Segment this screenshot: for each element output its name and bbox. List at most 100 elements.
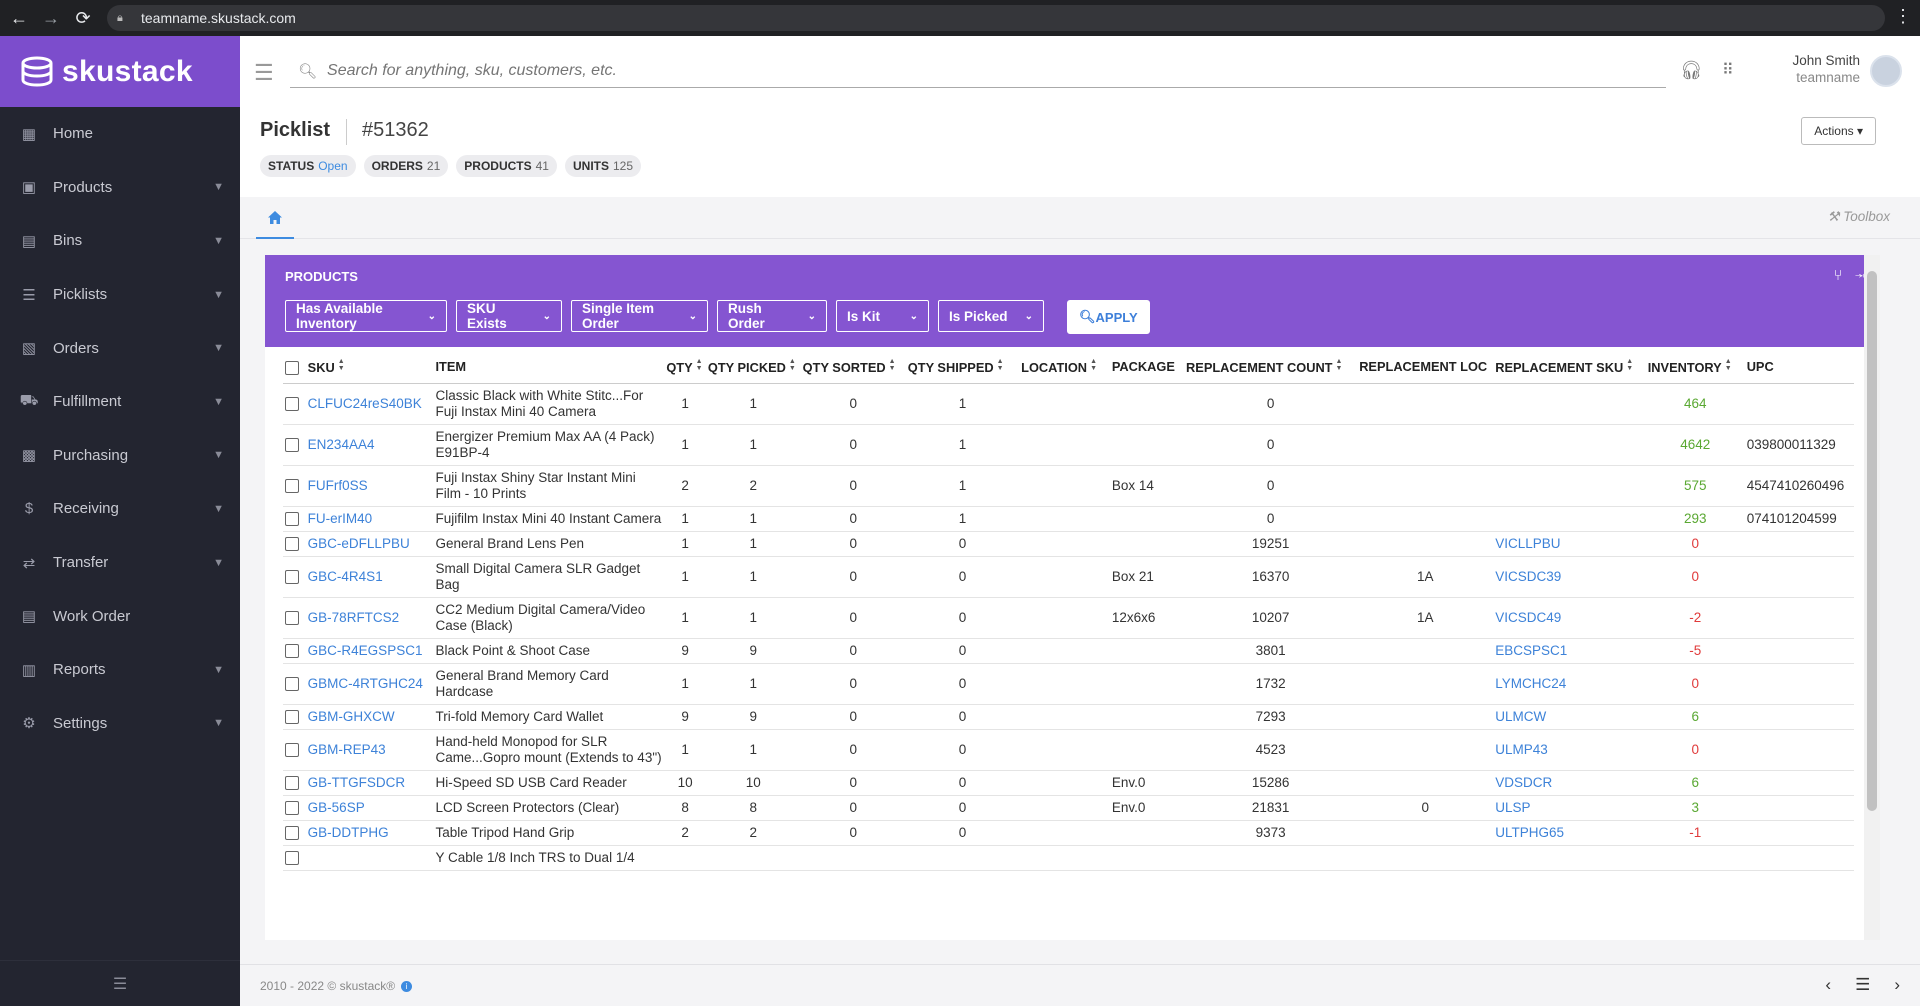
cell-rsku[interactable]: ULSP	[1493, 795, 1646, 821]
cell-rsku[interactable]	[1493, 383, 1646, 425]
row-checkbox[interactable]	[285, 511, 299, 526]
sidebar-item-picklists[interactable]: ☰ Picklists ▼	[0, 268, 240, 322]
table-row[interactable]: GB-TTGFSDCR Hi-Speed SD USB Card Reader 10…	[283, 770, 1854, 796]
cell-sku[interactable]: GB-TTGFSDCR	[305, 770, 434, 796]
cell-rsku[interactable]	[1493, 424, 1646, 466]
column-header-inventory[interactable]: INVENTORY ▲▼	[1645, 351, 1745, 384]
sidebar-item-products[interactable]: ▣ Products ▼	[0, 161, 240, 215]
sidebar-item-purchasing[interactable]: ▩ Purchasing ▼	[0, 429, 240, 483]
cell-sku[interactable]: GBC-4R4S1	[305, 556, 434, 598]
headset-icon[interactable]: 🎧︎	[1680, 60, 1703, 81]
row-checkbox[interactable]	[285, 396, 299, 411]
back-icon[interactable]: ←	[6, 8, 32, 29]
filter-sku-exists[interactable]: SKU Exists ⌄	[456, 300, 562, 332]
row-checkbox[interactable]	[285, 478, 299, 493]
column-header-sku[interactable]: SKU ▲▼	[305, 351, 434, 384]
cell-sku[interactable]: GBM-GHXCW	[305, 704, 434, 730]
table-row[interactable]: GBC-4R4S1 Small Digital Camera SLR Gadget…	[283, 556, 1854, 598]
filter-is-picked[interactable]: Is Picked ⌄	[938, 300, 1044, 332]
cell-rsku[interactable]: ULTPHG65	[1493, 820, 1646, 846]
sort-icon[interactable]: ▲▼	[1336, 358, 1343, 372]
sort-icon[interactable]: ▲▼	[696, 358, 703, 372]
cell-rsku[interactable]: VICLLPBU	[1493, 531, 1646, 557]
address-bar[interactable]: 🔒︎ teamname.skustack.com	[107, 5, 1885, 31]
table-row[interactable]: EN234AA4 Energizer Premium Max AA (4 Pack…	[283, 424, 1854, 466]
sidebar-item-bins[interactable]: ▤ Bins ▼	[0, 214, 240, 268]
table-row[interactable]: CLFUC24reS40BK Classic Black with White S…	[283, 383, 1854, 425]
cell-rsku[interactable]: VICSDC49	[1493, 597, 1646, 639]
menu-toggle-icon[interactable]: ☰	[254, 60, 274, 86]
row-checkbox[interactable]	[285, 643, 299, 658]
sidebar-item-reports[interactable]: ▥ Reports ▼	[0, 643, 240, 697]
search-input[interactable]	[327, 61, 1628, 80]
filter-is-kit[interactable]: Is Kit ⌄	[836, 300, 929, 332]
info-icon[interactable]: i	[401, 981, 413, 993]
row-checkbox[interactable]	[285, 775, 299, 790]
cell-sku[interactable]: GB-DDTPHG	[305, 820, 434, 846]
filter-rush-order[interactable]: Rush Order ⌄	[717, 300, 827, 332]
cell-rsku[interactable]	[1493, 845, 1646, 871]
cell-sku[interactable]	[305, 845, 434, 871]
table-row[interactable]: GBC-eDFLLPBU General Brand Lens Pen 1 1 0 0 19…	[283, 531, 1854, 557]
column-header-qty[interactable]: QTY ▲▼	[664, 351, 706, 384]
apps-grid-icon[interactable]: ⠿	[1722, 60, 1734, 80]
cell-sku[interactable]: GB-56SP	[305, 795, 434, 821]
sidebar-item-settings[interactable]: ⚙ Settings ▼	[0, 697, 240, 751]
prev-page-icon[interactable]: ‹	[1825, 975, 1831, 995]
export-icon[interactable]: ⇥	[1855, 267, 1864, 284]
next-page-icon[interactable]: ›	[1894, 975, 1900, 995]
sidebar-item-receiving[interactable]: $ Receiving ▼	[0, 482, 240, 536]
column-header-replacement-sku[interactable]: REPLACEMENT SKU ▲▼	[1493, 351, 1646, 384]
scrollbar-thumb[interactable]	[1867, 271, 1877, 811]
row-checkbox[interactable]	[285, 569, 299, 584]
column-header-location[interactable]: LOCATION ▲▼	[1019, 351, 1110, 384]
forward-icon[interactable]: →	[38, 8, 64, 29]
table-row[interactable]: FUFrf0SS Fuji Instax Shiny Star Instant M…	[283, 465, 1854, 507]
row-checkbox[interactable]	[285, 676, 299, 691]
user-info[interactable]: John Smith teamname	[1792, 52, 1860, 86]
table-row[interactable]: GB-DDTPHG Table Tripod Hand Grip 2 2 0 0 9373 U…	[283, 820, 1854, 846]
cell-rsku[interactable]: VDSDCR	[1493, 770, 1646, 796]
table-row[interactable]: GBMC-4RTGHC24 General Brand Memory Card H…	[283, 663, 1854, 705]
sidebar-item-home[interactable]: ▦ Home	[0, 107, 240, 161]
row-checkbox[interactable]	[285, 610, 299, 625]
list-view-icon[interactable]: ☰	[1855, 975, 1870, 995]
row-checkbox[interactable]	[285, 825, 299, 840]
cell-sku[interactable]: GBC-R4EGSPSC1	[305, 638, 434, 664]
column-header-qty-sorted[interactable]: QTY SORTED ▲▼	[800, 351, 906, 384]
sidebar-item-fulfillment[interactable]: ⛟ Fulfillment ▼	[0, 375, 240, 429]
collapse-sidebar-icon[interactable]: ☰	[0, 960, 240, 1006]
cell-sku[interactable]: GB-78RFTCS2	[305, 597, 434, 639]
app-logo[interactable]: skustack	[0, 36, 240, 107]
table-row[interactable]: GBM-REP43 Hand-held Monopod for SLR Came.…	[283, 729, 1854, 771]
table-row[interactable]: GB-78RFTCS2 CC2 Medium Digital Camera/Vid…	[283, 597, 1854, 639]
table-row[interactable]: GBC-R4EGSPSC1 Black Point & Shoot Case 9 9 0…	[283, 638, 1854, 664]
cell-rsku[interactable]	[1493, 506, 1646, 532]
cell-sku[interactable]: EN234AA4	[305, 424, 434, 466]
cell-sku[interactable]: FUFrf0SS	[305, 465, 434, 507]
avatar[interactable]	[1870, 55, 1902, 87]
table-row[interactable]: Y Cable 1/8 Inch TRS to Dual 1/4	[283, 845, 1854, 871]
cell-rsku[interactable]: EBCSPSC1	[1493, 638, 1646, 664]
cell-sku[interactable]: GBM-REP43	[305, 729, 434, 771]
column-header-qty-picked[interactable]: QTY PICKED ▲▼	[705, 351, 801, 384]
cell-sku[interactable]: FU-erIM40	[305, 506, 434, 532]
cell-rsku[interactable]	[1493, 465, 1646, 507]
cell-sku[interactable]: GBMC-4RTGHC24	[305, 663, 434, 705]
apply-button[interactable]: 🔍︎ APPLY	[1067, 300, 1150, 334]
column-header-qty-shipped[interactable]: QTY SHIPPED ▲▼	[905, 351, 1020, 384]
sort-icon[interactable]: ▲▼	[789, 358, 796, 372]
cell-rsku[interactable]: VICSDC39	[1493, 556, 1646, 598]
toolbox-button[interactable]: ⚒︎ Toolbox	[1827, 209, 1890, 225]
sidebar-item-transfer[interactable]: ⇄ Transfer ▼	[0, 536, 240, 590]
actions-button[interactable]: Actions ▾	[1801, 117, 1876, 145]
row-checkbox[interactable]	[285, 437, 299, 452]
cell-sku[interactable]: GBC-eDFLLPBU	[305, 531, 434, 557]
cell-rsku[interactable]: ULMP43	[1493, 729, 1646, 771]
sidebar-item-orders[interactable]: ▧ Orders ▼	[0, 321, 240, 375]
cell-sku[interactable]: CLFUC24reS40BK	[305, 383, 434, 425]
row-checkbox[interactable]	[285, 742, 299, 757]
browser-menu-icon[interactable]: ⋮	[1894, 6, 1912, 27]
sort-icon[interactable]: ▲▼	[889, 358, 896, 372]
row-checkbox[interactable]	[285, 536, 299, 551]
